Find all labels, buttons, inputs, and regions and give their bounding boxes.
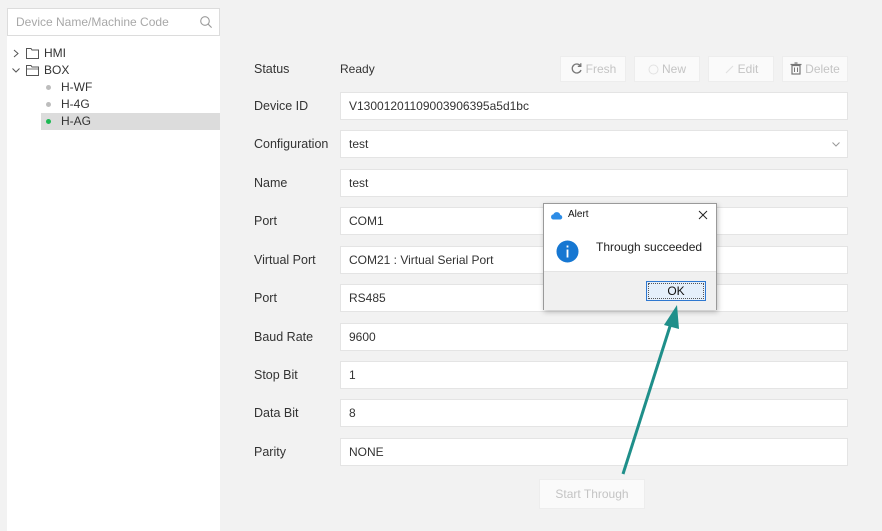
- chevron-right-icon[interactable]: [11, 45, 21, 62]
- tree-leaf-h-ag[interactable]: H-AG: [41, 113, 220, 130]
- tree-leaf-h-4g[interactable]: H-4G: [7, 96, 220, 113]
- parity-label: Parity: [254, 445, 286, 459]
- stop-bit-field[interactable]: 1: [340, 361, 848, 389]
- parity-field[interactable]: NONE: [340, 438, 848, 466]
- device-search-input[interactable]: [8, 9, 196, 35]
- trash-icon: [790, 62, 802, 75]
- plus-icon: [648, 64, 659, 75]
- port-type-label: Port: [254, 291, 277, 305]
- start-through-button[interactable]: Start Through: [539, 479, 645, 509]
- configuration-label: Configuration: [254, 137, 329, 151]
- tree-node-label: HMI: [44, 46, 66, 60]
- device-id-field[interactable]: V1300120110900390​6395a5d1bc: [340, 92, 848, 120]
- search-icon[interactable]: [199, 15, 213, 29]
- baud-rate-field[interactable]: 9600: [340, 323, 848, 351]
- alert-title: Alert: [568, 209, 589, 220]
- edit-button[interactable]: Edit: [708, 56, 774, 82]
- tree-node-hmi[interactable]: HMI: [7, 45, 220, 62]
- edit-button-label: Edit: [737, 62, 759, 76]
- data-bit-label: Data Bit: [254, 406, 299, 420]
- status-value: Ready: [340, 62, 375, 76]
- tree-node-label: BOX: [44, 63, 70, 77]
- alert-message: Through succeeded: [596, 240, 703, 254]
- data-bit-field[interactable]: 8: [340, 399, 848, 427]
- folder-icon: [26, 48, 39, 59]
- info-icon: [556, 240, 579, 263]
- alert-dialog: Alert Through succeeded OK: [543, 203, 717, 310]
- baud-rate-label: Baud Rate: [254, 330, 314, 344]
- status-dot: [46, 102, 51, 107]
- status-label: Status: [254, 62, 290, 76]
- chevron-down-icon: [832, 142, 840, 147]
- cloud-icon: [551, 212, 563, 220]
- tree-leaf-label: H-4G: [61, 97, 90, 111]
- tree-node-box[interactable]: BOX: [7, 62, 220, 79]
- refresh-icon: [571, 63, 582, 74]
- fresh-button[interactable]: Fresh: [560, 56, 626, 82]
- tree-leaf-h-wf[interactable]: H-WF: [7, 79, 220, 96]
- name-field[interactable]: test: [340, 169, 848, 197]
- stop-bit-label: Stop Bit: [254, 368, 298, 382]
- folder-open-icon: [26, 65, 39, 76]
- ok-button[interactable]: OK: [646, 281, 706, 301]
- alert-footer: OK: [544, 271, 716, 310]
- delete-button[interactable]: Delete: [782, 56, 848, 82]
- virtual-port-label: Virtual Port: [254, 253, 316, 267]
- device-tree: HMI BOX H-WF H-4G H-AG: [7, 45, 220, 130]
- close-icon[interactable]: [697, 209, 709, 221]
- pencil-icon: [725, 65, 734, 74]
- status-dot: [46, 85, 51, 90]
- configuration-select[interactable]: test: [340, 130, 848, 158]
- tree-leaf-label: H-WF: [61, 80, 93, 94]
- online-status-dot: [46, 119, 51, 124]
- port-label: Port: [254, 214, 277, 228]
- delete-button-label: Delete: [805, 62, 840, 76]
- tree-leaf-label: H-AG: [61, 114, 91, 128]
- fresh-button-label: Fresh: [585, 62, 617, 76]
- device-search-box: [7, 8, 220, 36]
- alert-titlebar: Alert: [544, 204, 716, 228]
- new-button[interactable]: New: [634, 56, 700, 82]
- new-button-label: New: [661, 62, 686, 76]
- name-label: Name: [254, 176, 288, 190]
- chevron-down-icon[interactable]: [11, 62, 21, 79]
- configuration-selected-value: test: [349, 137, 369, 151]
- device-sidebar: HMI BOX H-WF H-4G H-AG: [7, 8, 220, 531]
- device-id-label: Device ID: [254, 99, 309, 113]
